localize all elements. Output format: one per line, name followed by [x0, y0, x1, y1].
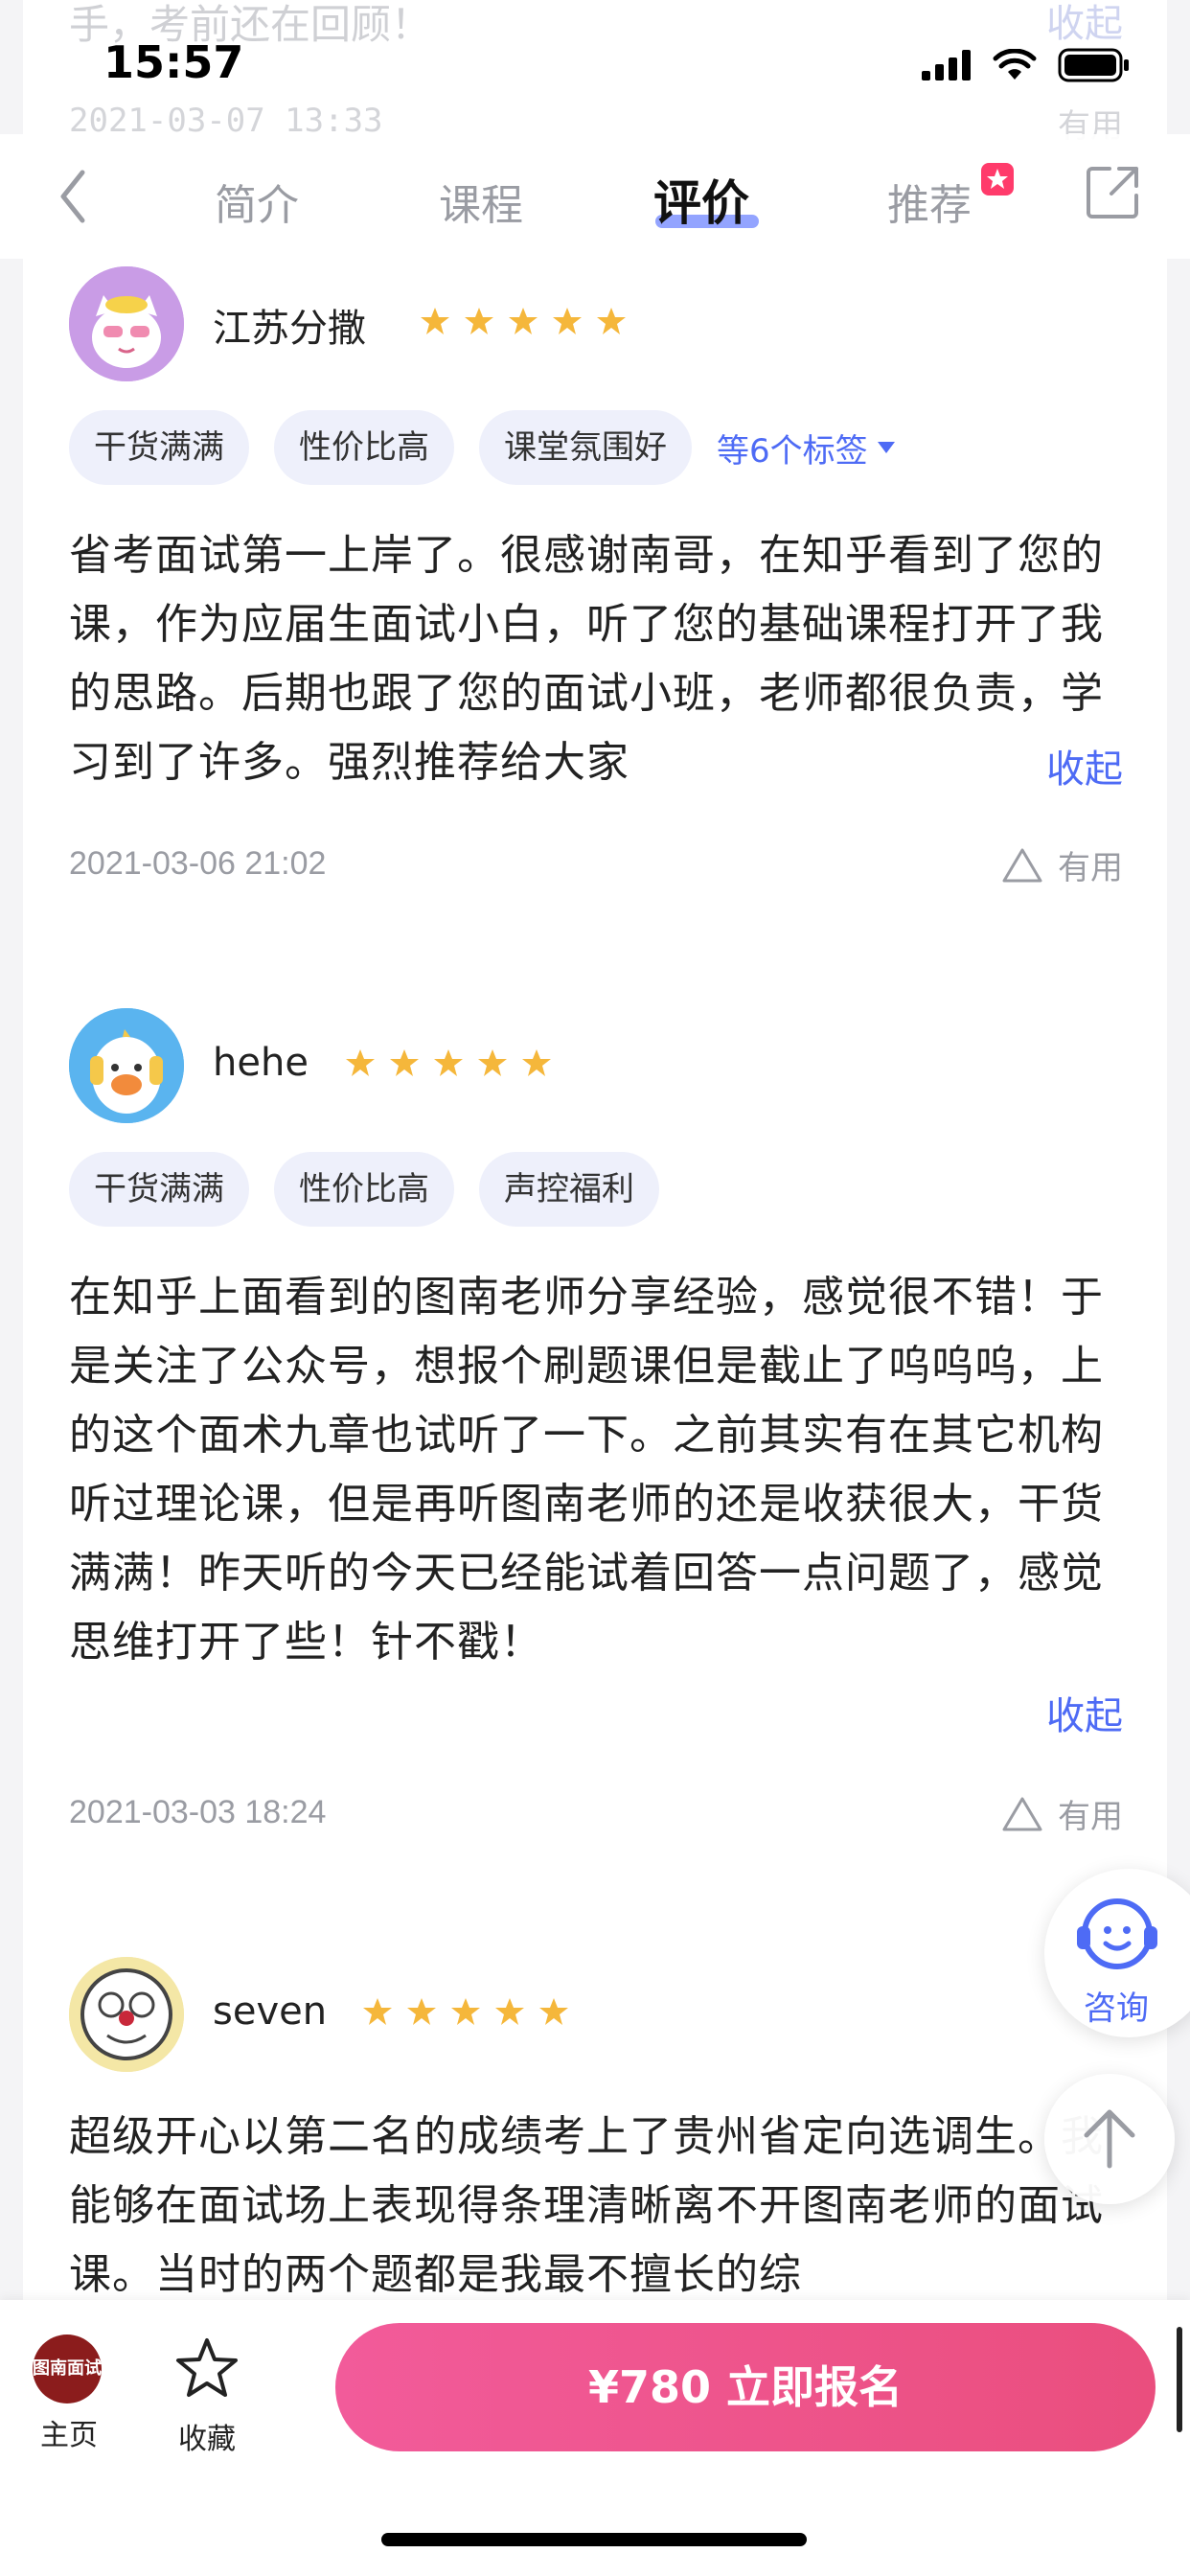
scroll-indicator: [1177, 2327, 1182, 2432]
star-icon: [597, 308, 626, 334]
signal-icon: [922, 50, 971, 80]
more-tags-label: 等6个标签: [717, 431, 868, 471]
review-tag: 干货满满: [69, 1152, 249, 1227]
rating-stars: [362, 1996, 569, 2027]
tab-recommend[interactable]: 推荐: [887, 171, 972, 232]
star-icon: [421, 308, 449, 334]
review-date: 2021-03-03 18:24: [69, 1794, 327, 1830]
star-icon: [465, 308, 493, 334]
star-icon: [539, 1998, 568, 2025]
star-icon: [478, 1049, 507, 1076]
useful-button[interactable]: 有用: [1000, 1790, 1123, 1837]
useful-label: 有用: [1058, 849, 1123, 887]
more-tags-toggle[interactable]: 等6个标签: [717, 425, 897, 472]
triangle-useful-icon: [1002, 1797, 1042, 1830]
review-tag: 声控福利: [479, 1152, 659, 1227]
home-button[interactable]: 图南面试 主页: [33, 2334, 105, 2453]
avatar[interactable]: [69, 1008, 184, 1123]
review-username: 江苏分撒: [213, 307, 366, 351]
review-tags: 干货满满 性价比高 声控福利: [69, 1152, 659, 1227]
status-bar: 15:57: [0, 0, 1190, 134]
home-label: 主页: [40, 2419, 98, 2452]
review-username: seven: [213, 1990, 328, 2034]
star-icon: [495, 1998, 524, 2025]
enroll-button[interactable]: ¥780 立即报名: [335, 2323, 1156, 2451]
star-badge-icon: [987, 169, 1008, 189]
rating-stars: [345, 1047, 552, 1078]
recommend-badge: [981, 163, 1014, 196]
review-tag: 课堂氛围好: [479, 410, 692, 485]
avatar[interactable]: [69, 1957, 184, 2072]
tab-reviews[interactable]: 评价: [653, 165, 749, 234]
customer-service-icon: [1077, 1898, 1157, 1969]
cat-avatar-icon: [69, 266, 184, 381]
fold-link[interactable]: 收起: [1046, 738, 1123, 794]
star-icon: [522, 1049, 551, 1076]
share-icon[interactable]: [1085, 163, 1142, 220]
star-outline-icon: [176, 2338, 238, 2397]
useful-button[interactable]: 有用: [1000, 841, 1123, 888]
doraemon-avatar-icon: [69, 1957, 184, 2072]
star-icon: [363, 1998, 392, 2025]
star-icon: [407, 1998, 436, 2025]
star-icon: [451, 1998, 480, 2025]
triangle-useful-icon: [1002, 848, 1042, 882]
star-icon: [553, 308, 582, 334]
favorite-button[interactable]: 收藏: [171, 2334, 243, 2457]
home-indicator: [381, 2533, 807, 2546]
review-text: 省考面试第一上岸了。很感谢南哥，在知乎看到了您的课，作为应届生面试小白，听了您的…: [69, 531, 1104, 787]
fold-link[interactable]: 收起: [1046, 1685, 1123, 1740]
review-username: hehe: [213, 1041, 309, 1085]
review-text: 超级开心以第二名的成绩考上了贵州省定向选调生。我能够在面试场上表现得条理清晰离不…: [69, 2112, 1104, 2299]
favorite-label: 收藏: [178, 2423, 236, 2456]
star-icon: [346, 1049, 375, 1076]
tab-intro[interactable]: 简介: [215, 171, 299, 232]
star-icon: [390, 1049, 419, 1076]
duck-avatar-icon: [69, 1008, 184, 1123]
consult-label: 咨询: [1084, 1990, 1149, 2028]
review-text: 在知乎上面看到的图南老师分享经验，感觉很不错！于是关注了公众号，想报个刷题课但是…: [69, 1273, 1104, 1667]
wifi-icon: [993, 49, 1037, 80]
review-tag: 性价比高: [274, 410, 454, 485]
review-tags: 干货满满 性价比高 课堂氛围好 等6个标签: [69, 410, 897, 485]
status-time: 15:57: [103, 36, 244, 88]
course-nav-header: 简介 课程 评价 推荐: [0, 134, 1190, 259]
arrow-up-icon: [1084, 2109, 1135, 2169]
battery-icon: [1058, 48, 1129, 82]
star-icon: [434, 1049, 463, 1076]
useful-label: 有用: [1058, 1798, 1123, 1836]
rating-stars: [420, 306, 627, 336]
review-tag: 性价比高: [274, 1152, 454, 1227]
star-icon: [509, 308, 538, 334]
avatar[interactable]: [69, 266, 184, 381]
review-date: 2021-03-06 21:02: [69, 845, 327, 882]
scroll-top-button[interactable]: [1044, 2074, 1175, 2204]
back-icon[interactable]: [50, 163, 98, 230]
status-icons: [922, 48, 1131, 82]
review-tag: 干货满满: [69, 410, 249, 485]
tab-course[interactable]: 课程: [439, 171, 523, 232]
brand-logo: 图南面试: [33, 2334, 102, 2404]
caret-down-icon: [877, 442, 895, 453]
